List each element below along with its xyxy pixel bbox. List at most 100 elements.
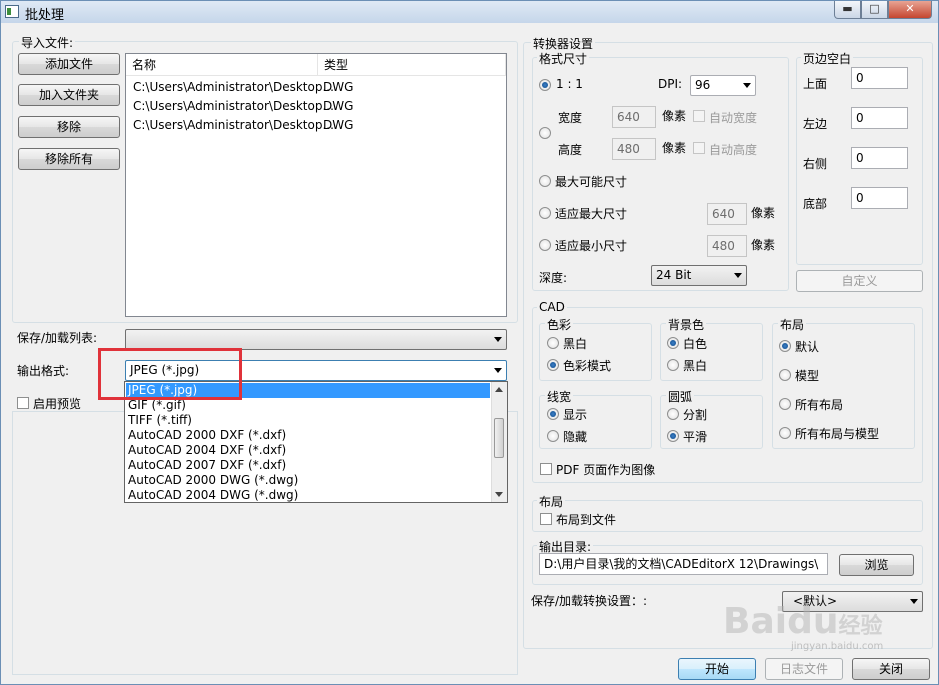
output-dir-input[interactable]: D:\用户目录\我的文档\CADEditorX 12\Drawings\ [539,553,828,575]
margin-top-input[interactable]: 0 [851,67,908,89]
background-bw-label: 黑白 [683,359,708,373]
save-load-list-label: 保存/加载列表: [17,331,98,345]
maximize-button[interactable]: □ [861,1,888,19]
depth-combo[interactable]: 24 Bit [651,265,747,286]
arc-title: 圆弧 [666,388,695,405]
margin-left-label: 左边 [803,117,828,131]
layout-model-label: 模型 [795,369,820,383]
chevron-down-icon [734,273,742,278]
ratio-1-1-label: 1 : 1 [556,77,583,91]
margin-right-label: 右侧 [803,157,828,171]
custom-button[interactable]: 自定义 [796,270,923,292]
width-input[interactable]: 640 [612,106,656,128]
color-mode-radio[interactable] [547,359,559,371]
dpi-combo[interactable]: 96 [690,75,756,96]
dpi-label: DPI: [658,77,683,91]
width-label: 宽度 [558,111,583,125]
highlight-box [98,348,242,400]
watermark-brand-c: 经验 [838,614,883,639]
scroll-up-icon[interactable] [495,387,503,392]
pdf-page-as-image-checkbox[interactable] [540,463,552,475]
file-list[interactable]: 名称 类型 C:\Users\Administrator\Desktop... … [125,53,507,317]
start-button[interactable]: 开始 [678,658,756,680]
height-label: 高度 [558,143,583,157]
file-row-name[interactable]: C:\Users\Administrator\Desktop... [133,78,334,97]
layout-model-radio[interactable] [779,369,791,381]
max-possible-label: 最大可能尺寸 [555,175,628,189]
color-mode-label: 色彩模式 [563,359,612,373]
batch-window: 批处理 ▬ □ ✕ 导入文件: 添加文件 加入文件夹 移除 移除所有 名称 类型… [0,0,939,685]
fit-max-input[interactable]: 640 [707,203,747,225]
minimize-button[interactable]: ▬ [834,1,861,19]
dropdown-scrollbar[interactable] [491,382,507,502]
remove-button[interactable]: 移除 [18,116,120,138]
file-row-type: DWG [323,118,354,132]
arc-split-radio[interactable] [667,408,679,420]
format-option[interactable]: AutoCAD 2007 DXF (*.dxf) [126,458,490,473]
color-bw-radio[interactable] [547,337,559,349]
height-input[interactable]: 480 [612,138,656,160]
enable-preview-checkbox[interactable] [17,397,29,409]
auto-width-label: 自动宽度 [709,111,758,125]
layout-all-label: 所有布局 [795,398,844,412]
arc-smooth-radio[interactable] [667,430,679,442]
cad-layout-title: 布局 [778,316,807,333]
margin-left-input[interactable]: 0 [851,107,908,129]
background-white-radio[interactable] [667,337,679,349]
ratio-1-1-radio[interactable] [539,79,551,91]
custom-size-radio[interactable] [539,127,551,139]
margin-bottom-label: 底部 [803,197,828,211]
margin-right-input[interactable]: 0 [851,147,908,169]
format-option[interactable]: GIF (*.gif) [126,398,490,413]
background-white-label: 白色 [683,337,708,351]
remove-all-button[interactable]: 移除所有 [18,148,120,170]
format-option[interactable]: AutoCAD 2004 DWG (*.dwg) [126,488,490,503]
column-header-name[interactable]: 名称 [126,54,318,76]
file-row-name[interactable]: C:\Users\Administrator\Desktop... [133,116,334,135]
line-width-hide-radio[interactable] [547,430,559,442]
format-option[interactable]: AutoCAD 2000 DWG (*.dwg) [126,473,490,488]
layout-all-radio[interactable] [779,398,791,410]
close-button[interactable]: 关闭 [852,658,930,680]
chevron-down-icon [494,337,502,342]
browse-button[interactable]: 浏览 [839,554,914,576]
auto-height-checkbox[interactable] [693,142,705,154]
layout-default-radio[interactable] [779,340,791,352]
log-file-button[interactable]: 日志文件 [765,658,843,680]
format-option[interactable]: TIFF (*.tiff) [126,413,490,428]
window-title: 批处理 [25,8,65,23]
color-title: 色彩 [545,316,574,333]
line-width-hide-label: 隐藏 [563,430,588,444]
fit-min-input[interactable]: 480 [707,235,747,257]
baidu-watermark: Baidu经验 [723,601,883,642]
pdf-page-as-image-label: PDF 页面作为图像 [556,463,656,477]
add-folder-button[interactable]: 加入文件夹 [18,84,120,106]
title-bar: 批处理 ▬ □ ✕ [1,1,938,23]
watermark-brand-a: Bai [723,601,788,642]
line-width-show-radio[interactable] [547,408,559,420]
chevron-down-icon [910,599,918,604]
height-unit: 像素 [662,141,687,155]
layout-all-model-radio[interactable] [779,427,791,439]
file-row-name[interactable]: C:\Users\Administrator\Desktop... [133,97,334,116]
background-bw-radio[interactable] [667,359,679,371]
format-option[interactable]: AutoCAD 2004 DXF (*.dxf) [126,443,490,458]
fit-max-radio[interactable] [539,207,551,219]
max-possible-radio[interactable] [539,175,551,187]
add-file-button[interactable]: 添加文件 [18,53,120,75]
scroll-thumb[interactable] [494,418,504,458]
margin-bottom-input[interactable]: 0 [851,187,908,209]
fit-min-radio[interactable] [539,239,551,251]
chevron-down-icon [494,368,502,373]
scroll-down-icon[interactable] [495,492,503,497]
fit-min-label: 适应最小尺寸 [555,239,628,253]
column-header-type[interactable]: 类型 [318,54,506,76]
save-load-settings-label: 保存/加载转换设置：: [531,594,648,608]
file-row-type: DWG [323,99,354,113]
layout-to-file-checkbox[interactable] [540,513,552,525]
save-load-list-combo[interactable] [125,329,507,350]
close-window-button[interactable]: ✕ [888,1,932,19]
format-option[interactable]: AutoCAD 2000 DXF (*.dxf) [126,428,490,443]
margins-title: 页边空白 [801,50,854,67]
auto-width-checkbox[interactable] [693,110,705,122]
